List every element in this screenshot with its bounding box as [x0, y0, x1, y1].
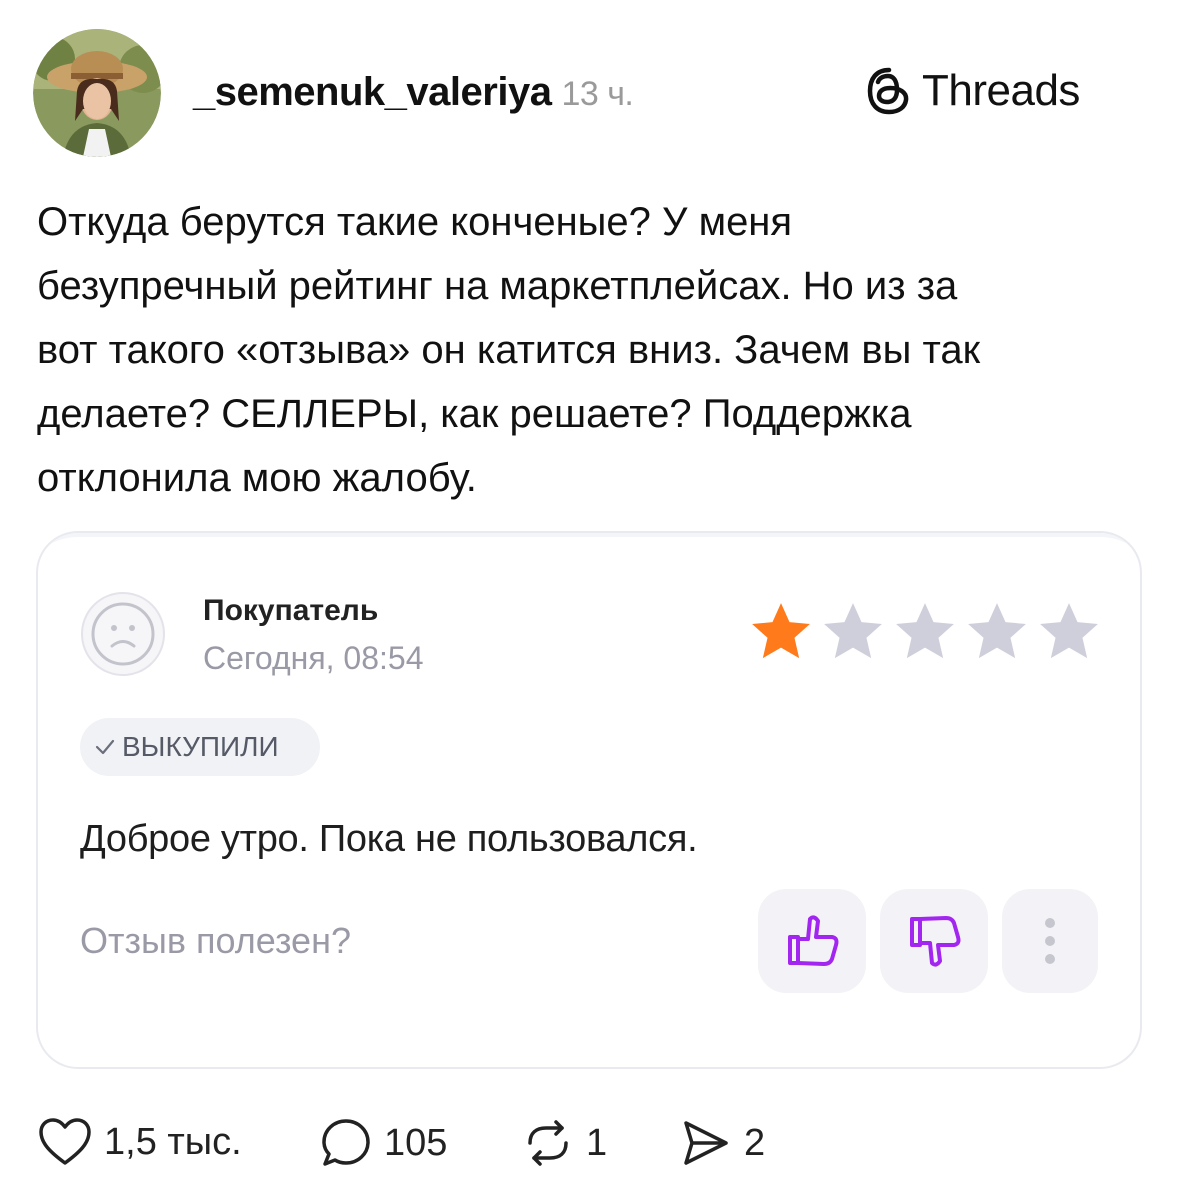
thumbs-up-icon — [788, 915, 839, 966]
post-header: _semenuk_valeriya 13 ч. — [193, 70, 634, 115]
send-icon — [684, 1121, 728, 1165]
repost-action[interactable]: 1 — [522, 1117, 607, 1169]
threads-brand: Threads — [866, 66, 1080, 116]
reply-action[interactable]: 105 — [320, 1117, 447, 1169]
thumbs-down-icon — [910, 916, 961, 967]
threads-logo-icon — [867, 67, 909, 115]
more-vertical-icon — [1045, 918, 1055, 964]
sad-face-icon — [81, 592, 165, 676]
comment-icon — [322, 1119, 370, 1166]
heart-icon — [39, 1118, 91, 1165]
star-icon-4 — [968, 603, 1026, 659]
like-action[interactable]: 1,5 тыс. — [38, 1117, 242, 1167]
brand-name: Threads — [922, 66, 1080, 115]
replies-count: 105 — [384, 1121, 448, 1164]
post-time: 13 ч. — [561, 75, 634, 113]
thumbs-up-button[interactable] — [758, 889, 866, 993]
review-text: Доброе утро. Пока не пользовался. — [80, 818, 698, 860]
reviewer-name: Покупатель — [203, 594, 379, 627]
star-icon-5 — [1040, 603, 1098, 659]
more-options-button[interactable] — [1002, 889, 1098, 993]
shares-count: 2 — [744, 1121, 766, 1164]
thumbs-down-button[interactable] — [880, 889, 988, 993]
username[interactable]: _semenuk_valeriya — [193, 70, 552, 114]
share-action[interactable]: 2 — [680, 1117, 765, 1169]
badge-label: ВЫКУПИЛИ — [122, 731, 279, 762]
star-rating — [746, 599, 1104, 665]
post-text: Откуда берутся такие конченые? У меня бе… — [37, 200, 981, 500]
helpful-prompt: Отзыв полезен? — [80, 920, 351, 961]
star-icon-1 — [752, 603, 810, 659]
reposts-count: 1 — [586, 1121, 608, 1164]
post-actions: 1,5 тыс. 105 1 2 — [38, 1117, 838, 1177]
avatar[interactable] — [33, 29, 161, 157]
star-icon-3 — [896, 603, 954, 659]
checkmark-icon — [95, 739, 115, 755]
star-icon-2 — [824, 603, 882, 659]
repost-icon — [528, 1120, 568, 1166]
likes-count: 1,5 тыс. — [104, 1120, 242, 1163]
review-time: Сегодня, 08:54 — [203, 640, 424, 676]
purchased-badge: ВЫКУПИЛИ — [80, 718, 320, 776]
